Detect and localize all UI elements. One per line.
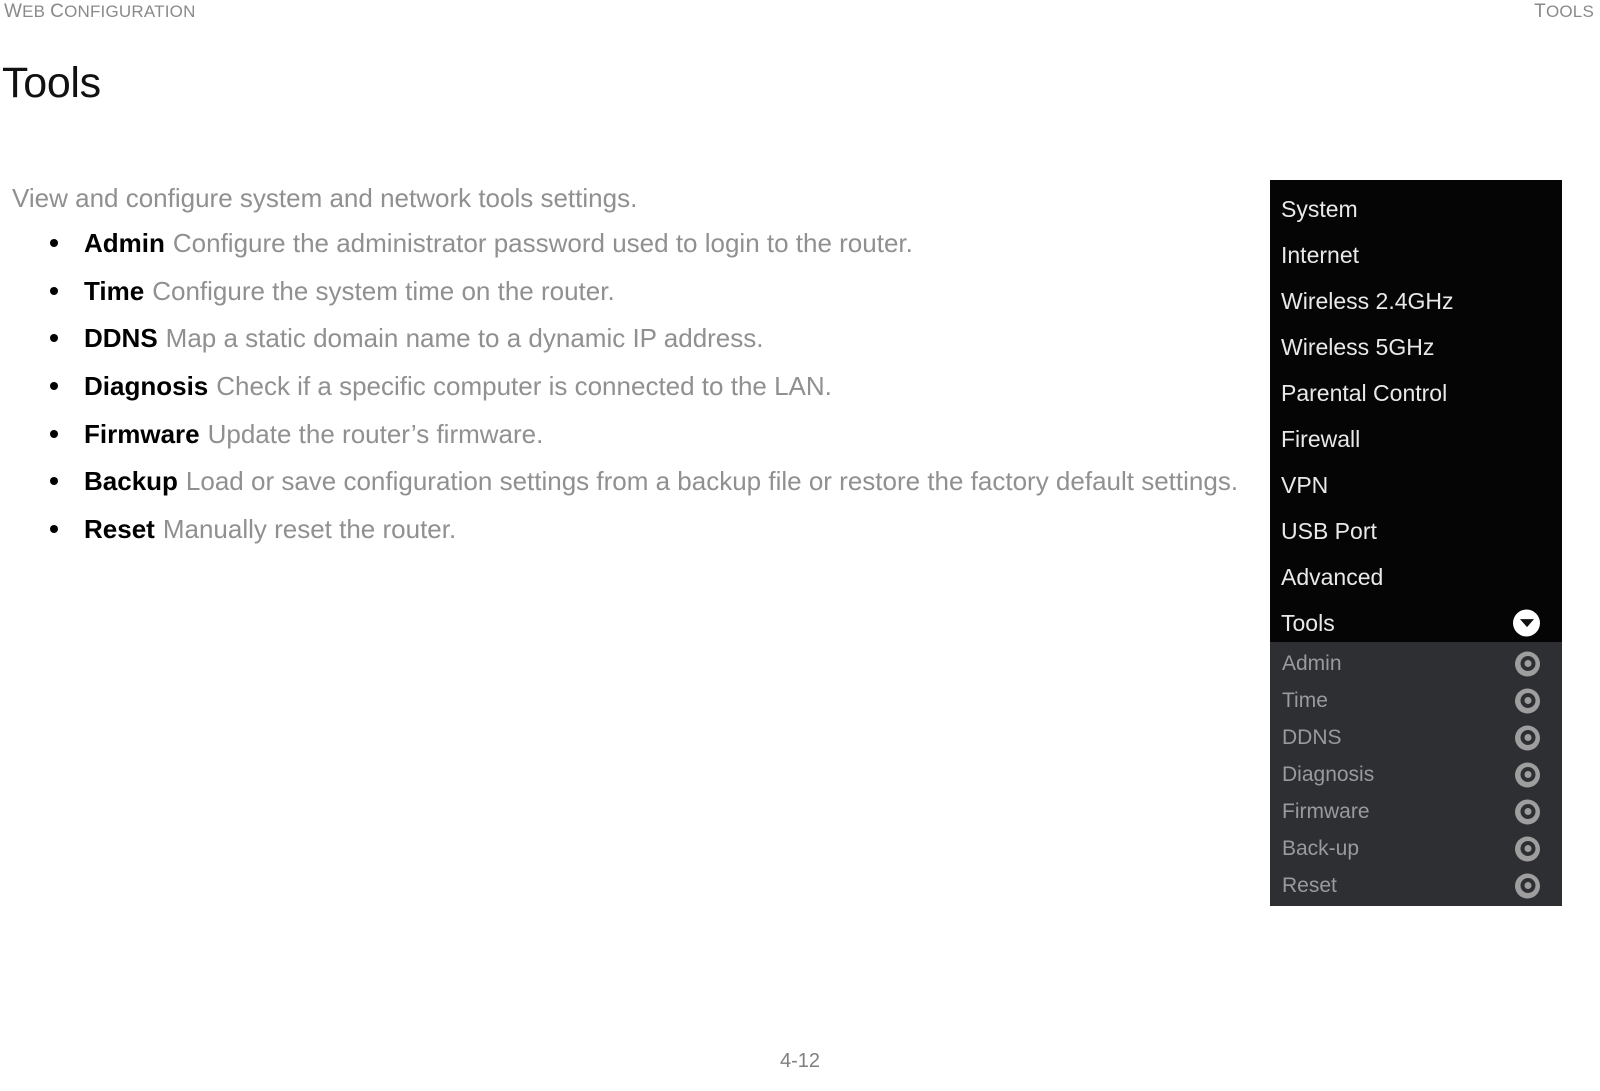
chevron-down-icon[interactable] [1513,609,1540,637]
list-item-term: Admin [84,228,165,258]
nav-item-system[interactable]: System [1270,186,1562,232]
ring-icon[interactable] [1515,725,1540,750]
nav-subitem-label: Back-up [1282,837,1360,860]
nav-item-advanced[interactable]: Advanced [1270,554,1562,600]
list-item-term: Time [84,275,145,306]
tools-bullet-list: Admin Configure the administrator passwor… [0,228,1255,562]
ring-icon[interactable] [1515,836,1540,861]
nav-item-tools[interactable]: Tools [1270,600,1562,646]
running-header: WEB CONFIGURATION TOOLS [0,0,1600,26]
nav-item-label: Internet [1281,242,1359,268]
nav-item-label: Parental Control [1281,380,1448,406]
nav-subitem-back-up[interactable]: Back-up [1270,830,1562,867]
nav-item-label: Advanced [1281,564,1384,590]
ring-icon[interactable] [1515,873,1540,898]
header-left-text: WEB CONFIGURATION [4,1,196,22]
list-item-term: Backup [84,466,178,497]
nav-item-wireless-5ghz[interactable]: Wireless 5GHz [1270,324,1562,370]
list-item-description: Update the router’s firmware. [207,418,544,449]
bullet-dot-icon [50,382,58,391]
bullet-dot-icon [50,477,58,486]
list-item-description: Manually reset the router. [162,514,457,545]
nav-item-label: Wireless 2.4GHz [1281,288,1454,314]
nav-item-label: VPN [1281,472,1329,498]
nav-item-parental-control[interactable]: Parental Control [1270,370,1562,416]
list-item-term: Diagnosis [84,371,209,402]
nav-subitem-firmware[interactable]: Firmware [1270,793,1562,830]
nav-item-label: Firewall [1281,426,1361,452]
nav-subitem-label: Admin [1282,652,1342,675]
nav-item-label: Wireless 5GHz [1281,334,1435,360]
nav-subitem-admin[interactable]: Admin [1270,645,1562,682]
list-item: Reset Manually reset the router. [0,514,1255,545]
nav-subitem-reset[interactable]: Reset [1270,867,1562,904]
list-item-description: Map a static domain name to a dynamic IP… [165,323,764,354]
list-item: Admin Configure the administrator passwor… [0,228,1255,259]
list-item-description: Check if a specific computer is connecte… [216,371,832,402]
nav-subitem-label: Time [1282,689,1328,712]
nav-main-menu: System Internet Wireless 2.4GHz Wireless 5G… [1270,180,1562,642]
ring-icon[interactable] [1515,799,1540,824]
ring-icon[interactable] [1515,762,1540,787]
intro-paragraph: View and configure system and network to… [12,183,638,213]
list-item-description: Load or save configuration settings from… [185,466,1239,497]
list-item-description: Configure the administrator password use… [172,228,913,258]
nav-subitem-time[interactable]: Time [1270,682,1562,719]
list-item: Time Configure the system time on the rou… [0,276,1255,307]
list-item: DDNS Map a static domain name to a dynami… [0,323,1255,354]
list-item: Firmware Update the router’s firmware. [0,419,1255,450]
nav-subitem-ddns[interactable]: DDNS [1270,719,1562,756]
list-item: Backup Load or save configuration setting… [0,466,1255,497]
ring-icon[interactable] [1515,688,1540,713]
nav-subitem-diagnosis[interactable]: Diagnosis [1270,756,1562,793]
header-right-text: TOOLS [1534,1,1594,22]
list-item: Diagnosis Check if a specific computer is… [0,371,1255,402]
nav-item-firewall[interactable]: Firewall [1270,416,1562,462]
bullet-dot-icon [50,429,58,438]
nav-item-vpn[interactable]: VPN [1270,462,1562,508]
nav-subitem-label: Firmware [1282,800,1370,823]
nav-subitem-label: Diagnosis [1282,763,1375,786]
nav-item-label: System [1281,196,1358,222]
page-footer: 4-12 [779,1050,821,1072]
list-item-description: Configure the system time on the router. [152,275,615,306]
nav-item-label: USB Port [1281,518,1377,544]
bullet-dot-icon [50,334,58,343]
nav-item-usb-port[interactable]: USB Port [1270,508,1562,554]
list-item-term: DDNS [84,323,158,354]
router-navigation-panel: System Internet Wireless 2.4GHz Wireless 5G… [1270,180,1562,906]
nav-item-label: Tools [1281,610,1335,636]
list-item-term: Firmware [84,418,200,449]
list-item-term: Reset [84,514,155,545]
nav-item-wireless-2-4ghz[interactable]: Wireless 2.4GHz [1270,278,1562,324]
nav-subitem-label: DDNS [1282,726,1342,749]
ring-icon[interactable] [1515,651,1540,676]
nav-subitem-label: Reset [1282,874,1337,897]
nav-tools-submenu: Admin Time DDNS Diagnosis Firmware Back-up Res… [1270,642,1562,906]
nav-item-internet[interactable]: Internet [1270,232,1562,278]
bullet-dot-icon [50,525,58,534]
bullet-dot-icon [50,239,58,247]
bullet-dot-icon [50,286,58,295]
page-title: Tools [2,59,101,107]
